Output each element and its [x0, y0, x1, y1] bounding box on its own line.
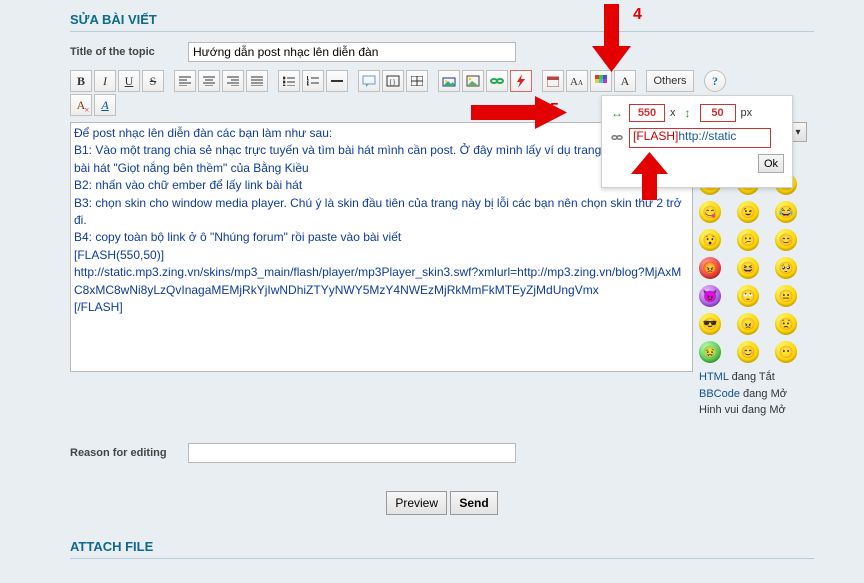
emoji-option[interactable]: 😈 [699, 285, 721, 307]
emoji-option[interactable]: 😠 [737, 313, 759, 335]
editor-horizontal-scrollbar[interactable] [71, 355, 692, 371]
label-topic-title: Title of the topic [70, 46, 188, 58]
editor-line: [/FLASH] [74, 299, 689, 316]
annotation-number-5: 5 [550, 101, 559, 119]
html-status-link[interactable]: HTML [699, 371, 729, 383]
calendar-button[interactable] [542, 70, 564, 92]
emoji-picker: 😀🙂😄😋😉😂😯😕😊😡😆🥺😈🙄😐😎😠😟🤢😊😶 [699, 173, 807, 363]
flash-px-label: px [741, 107, 753, 119]
reason-input[interactable] [188, 443, 516, 463]
svg-text:A: A [570, 76, 578, 87]
align-justify-button[interactable] [246, 70, 268, 92]
emoji-option[interactable]: 😋 [699, 201, 721, 223]
text-style-button[interactable]: A [94, 94, 116, 116]
link-icon [610, 131, 624, 145]
editor-toolbar-1: B I U S 12 {} AA A Others ? [70, 70, 814, 92]
italic-button[interactable]: I [94, 70, 116, 92]
align-center-button[interactable] [198, 70, 220, 92]
underline-button[interactable]: U [118, 70, 140, 92]
annotation-number-4: 4 [633, 6, 642, 24]
width-arrows-icon: ↔ [610, 106, 624, 120]
bbcode-status-link[interactable]: BBCode [699, 388, 740, 400]
flash-x-label: x [670, 107, 676, 119]
image-button[interactable] [462, 70, 484, 92]
editor-line: B2: nhấn vào chữ ember để lấy link bài h… [74, 177, 689, 194]
font-color-button[interactable] [590, 70, 612, 92]
editor-line: http://static.mp3.zing.vn/skins/mp3_main… [74, 264, 689, 299]
table-button[interactable] [406, 70, 428, 92]
emoji-option[interactable]: 😎 [699, 313, 721, 335]
emoji-option[interactable]: 😟 [775, 313, 797, 335]
svg-text:2: 2 [307, 82, 309, 86]
svg-text:{}: {} [389, 78, 396, 86]
emoji-option[interactable]: 😆 [737, 257, 759, 279]
send-button[interactable]: Send [450, 491, 497, 515]
host-image-button[interactable] [438, 70, 460, 92]
bold-button[interactable]: B [70, 70, 92, 92]
flash-width-input[interactable] [629, 104, 665, 122]
emoji-option[interactable]: 😐 [775, 285, 797, 307]
link-button[interactable] [486, 70, 508, 92]
flash-height-input[interactable] [700, 104, 736, 122]
flash-insert-popup: ↔ x ↕ px [FLASH]http://static Ok [601, 95, 793, 188]
flash-button[interactable] [510, 70, 532, 92]
font-size-button[interactable]: AA [566, 70, 588, 92]
smilies-status: Hinh vui đang Mở [699, 402, 807, 419]
section-edit-post-title: SỬA BÀI VIẾT [70, 8, 814, 32]
font-family-button[interactable]: A [614, 70, 636, 92]
emoji-option[interactable]: 😂 [775, 201, 797, 223]
svg-text:A: A [578, 79, 583, 87]
message-editor[interactable]: Để post nhạc lên diễn đàn các bạn làm nh… [70, 122, 693, 372]
emoji-option[interactable]: 😊 [775, 229, 797, 251]
emoji-option[interactable]: 🙄 [737, 285, 759, 307]
list-ol-button[interactable]: 12 [302, 70, 324, 92]
preview-button[interactable]: Preview [386, 491, 447, 515]
emoji-option[interactable]: 😊 [737, 341, 759, 363]
height-arrows-icon: ↕ [681, 106, 695, 120]
label-reason-editing: Reason for editing [70, 447, 188, 459]
editor-line: B4: copy toàn bộ link ở ô "Nhúng forum" … [74, 229, 689, 246]
flash-ok-button[interactable]: Ok [758, 154, 784, 173]
editor-line: [FLASH(550,50)] [74, 247, 689, 264]
emoji-option[interactable]: 😡 [699, 257, 721, 279]
emoji-option[interactable]: 😕 [737, 229, 759, 251]
list-ul-button[interactable] [278, 70, 300, 92]
editor-status-links: HTML đang Tắt BBCode đang Mở Hinh vui đa… [699, 369, 807, 419]
align-left-button[interactable] [174, 70, 196, 92]
section-attach-file-title: ATTACH FILE [70, 535, 814, 559]
topic-title-input[interactable] [188, 42, 516, 62]
emoji-option[interactable]: 😶 [775, 341, 797, 363]
editor-line: B3: chọn skin cho window media player. C… [74, 195, 689, 230]
align-right-button[interactable] [222, 70, 244, 92]
editor-line: B1: Vào một trang chia sẻ nhạc trực tuyế… [74, 142, 689, 177]
others-dropdown[interactable]: Others [646, 70, 694, 92]
strike-button[interactable]: S [142, 70, 164, 92]
remove-format-button[interactable]: A× [70, 94, 92, 116]
emoji-option[interactable]: 😉 [737, 201, 759, 223]
emoji-option[interactable]: 😯 [699, 229, 721, 251]
emoji-option[interactable]: 🤢 [699, 341, 721, 363]
code-button[interactable]: {} [382, 70, 404, 92]
quote-button[interactable] [358, 70, 380, 92]
hr-button[interactable] [326, 70, 348, 92]
flash-url-input[interactable]: [FLASH]http://static [629, 128, 771, 148]
emoji-option[interactable]: 🥺 [775, 257, 797, 279]
help-button[interactable]: ? [704, 70, 726, 92]
editor-line: Để post nhạc lên diễn đàn các bạn làm nh… [74, 125, 689, 142]
